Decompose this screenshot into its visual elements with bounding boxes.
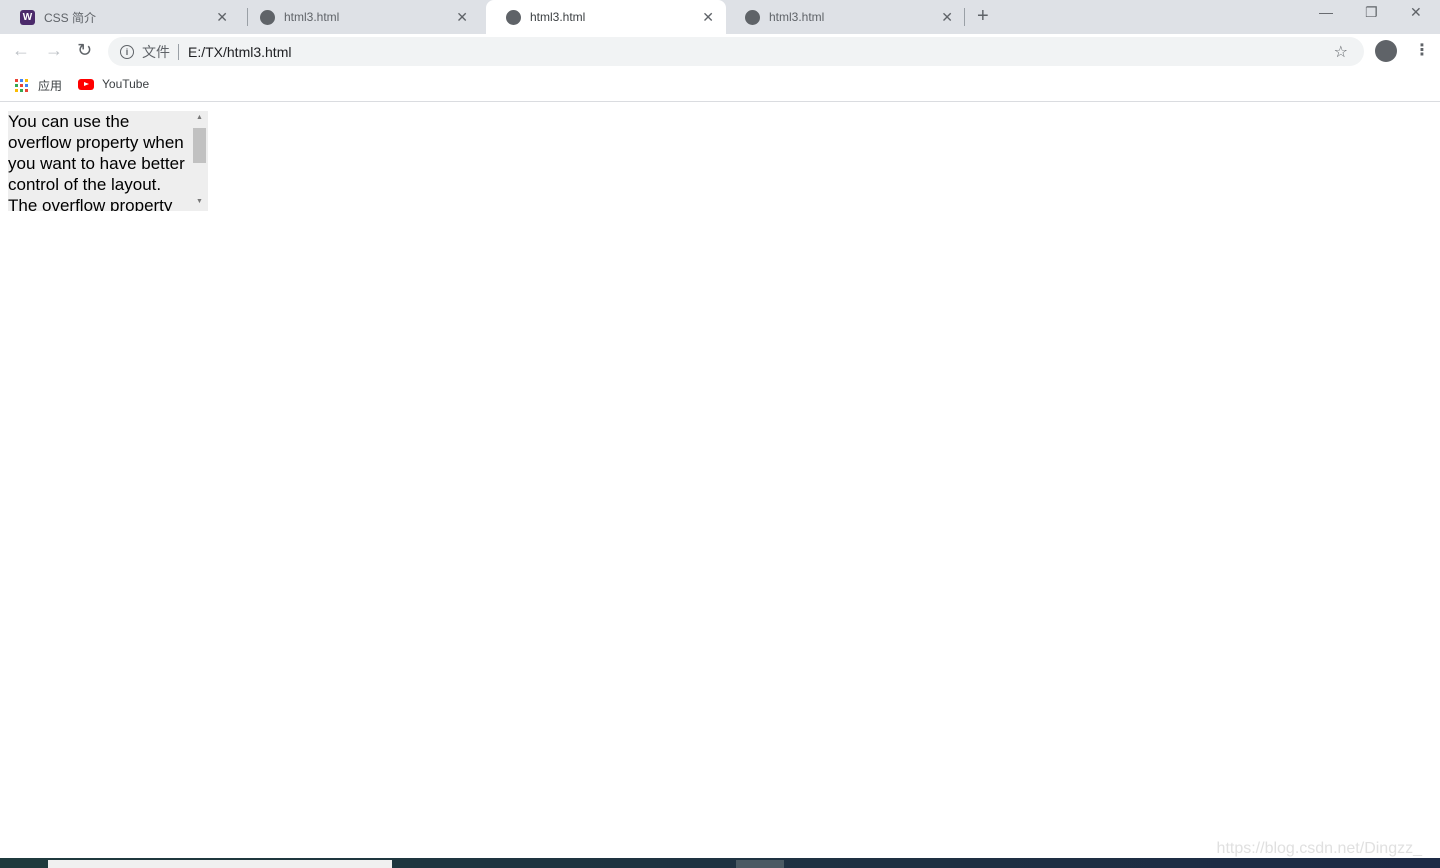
star-icon[interactable]: ☆ xyxy=(1334,42,1348,62)
back-button[interactable]: ← xyxy=(12,40,30,61)
forward-button[interactable]: → xyxy=(45,40,63,61)
tab-html3-3[interactable]: html3.html ✕ xyxy=(725,0,965,34)
bookmarks-bar: 应用 YouTube xyxy=(0,69,1440,102)
overflow-text: You can use the overflow property when y… xyxy=(8,112,185,211)
close-icon[interactable]: ✕ xyxy=(941,9,953,26)
bookmark-apps[interactable]: 应用 xyxy=(15,77,62,94)
scroll-up-arrow-icon[interactable]: ▲ xyxy=(196,114,203,121)
security-label: 文件 xyxy=(142,43,179,60)
tab-title: html3.html xyxy=(769,10,825,24)
taskbar-app[interactable] xyxy=(736,860,784,868)
tab-html3-1[interactable]: html3.html ✕ xyxy=(240,0,480,34)
close-icon[interactable]: ✕ xyxy=(702,9,714,26)
watermark: https://blog.csdn.net/Dingzz_ xyxy=(1216,840,1422,857)
info-icon[interactable]: i xyxy=(120,44,134,59)
close-window-button[interactable]: ✕ xyxy=(1410,4,1422,21)
globe-icon xyxy=(506,9,521,25)
taskbar xyxy=(0,858,1440,868)
close-icon[interactable]: ✕ xyxy=(216,9,228,26)
apps-icon xyxy=(15,79,28,92)
tab-css-intro[interactable]: W CSS 简介 ✕ xyxy=(0,0,240,34)
menu-icon[interactable]: ⋮ xyxy=(1414,40,1430,60)
tab-title: html3.html xyxy=(530,10,586,24)
bookmark-label: YouTube xyxy=(102,77,150,91)
scroll-down-arrow-icon[interactable]: ▼ xyxy=(196,198,203,205)
profile-avatar-icon[interactable] xyxy=(1375,40,1397,62)
taskbar-search-box[interactable] xyxy=(48,860,392,868)
w3schools-icon: W xyxy=(20,9,35,25)
toolbar: ← → ↻ i 文件 E:/TX/html3.html ☆ ⋮ xyxy=(0,34,1440,69)
scrollbar[interactable]: ▲ ▼ xyxy=(192,111,208,211)
tab-divider xyxy=(964,8,965,26)
new-tab-button[interactable]: + xyxy=(977,5,989,28)
globe-icon xyxy=(745,9,760,25)
url-text[interactable]: E:/TX/html3.html xyxy=(188,44,291,60)
minimize-button[interactable]: — xyxy=(1319,4,1333,20)
restore-button[interactable]: ❐ xyxy=(1365,4,1378,21)
reload-button[interactable]: ↻ xyxy=(77,40,92,61)
bookmark-youtube[interactable]: YouTube xyxy=(78,77,149,91)
address-bar[interactable]: i 文件 E:/TX/html3.html ☆ xyxy=(108,37,1364,66)
youtube-icon xyxy=(78,78,94,90)
globe-icon xyxy=(260,9,275,25)
close-icon[interactable]: ✕ xyxy=(456,9,468,26)
tab-title: html3.html xyxy=(284,10,340,24)
bookmark-label: 应用 xyxy=(38,79,63,93)
tab-title: CSS 简介 xyxy=(44,10,97,25)
tab-strip: W CSS 简介 ✕ html3.html ✕ html3.html ✕ htm… xyxy=(0,0,1440,34)
overflow-scroll-box[interactable]: You can use the overflow property when y… xyxy=(8,111,208,211)
tab-html3-active[interactable]: html3.html ✕ xyxy=(486,0,726,34)
scrollbar-thumb[interactable] xyxy=(193,128,206,163)
